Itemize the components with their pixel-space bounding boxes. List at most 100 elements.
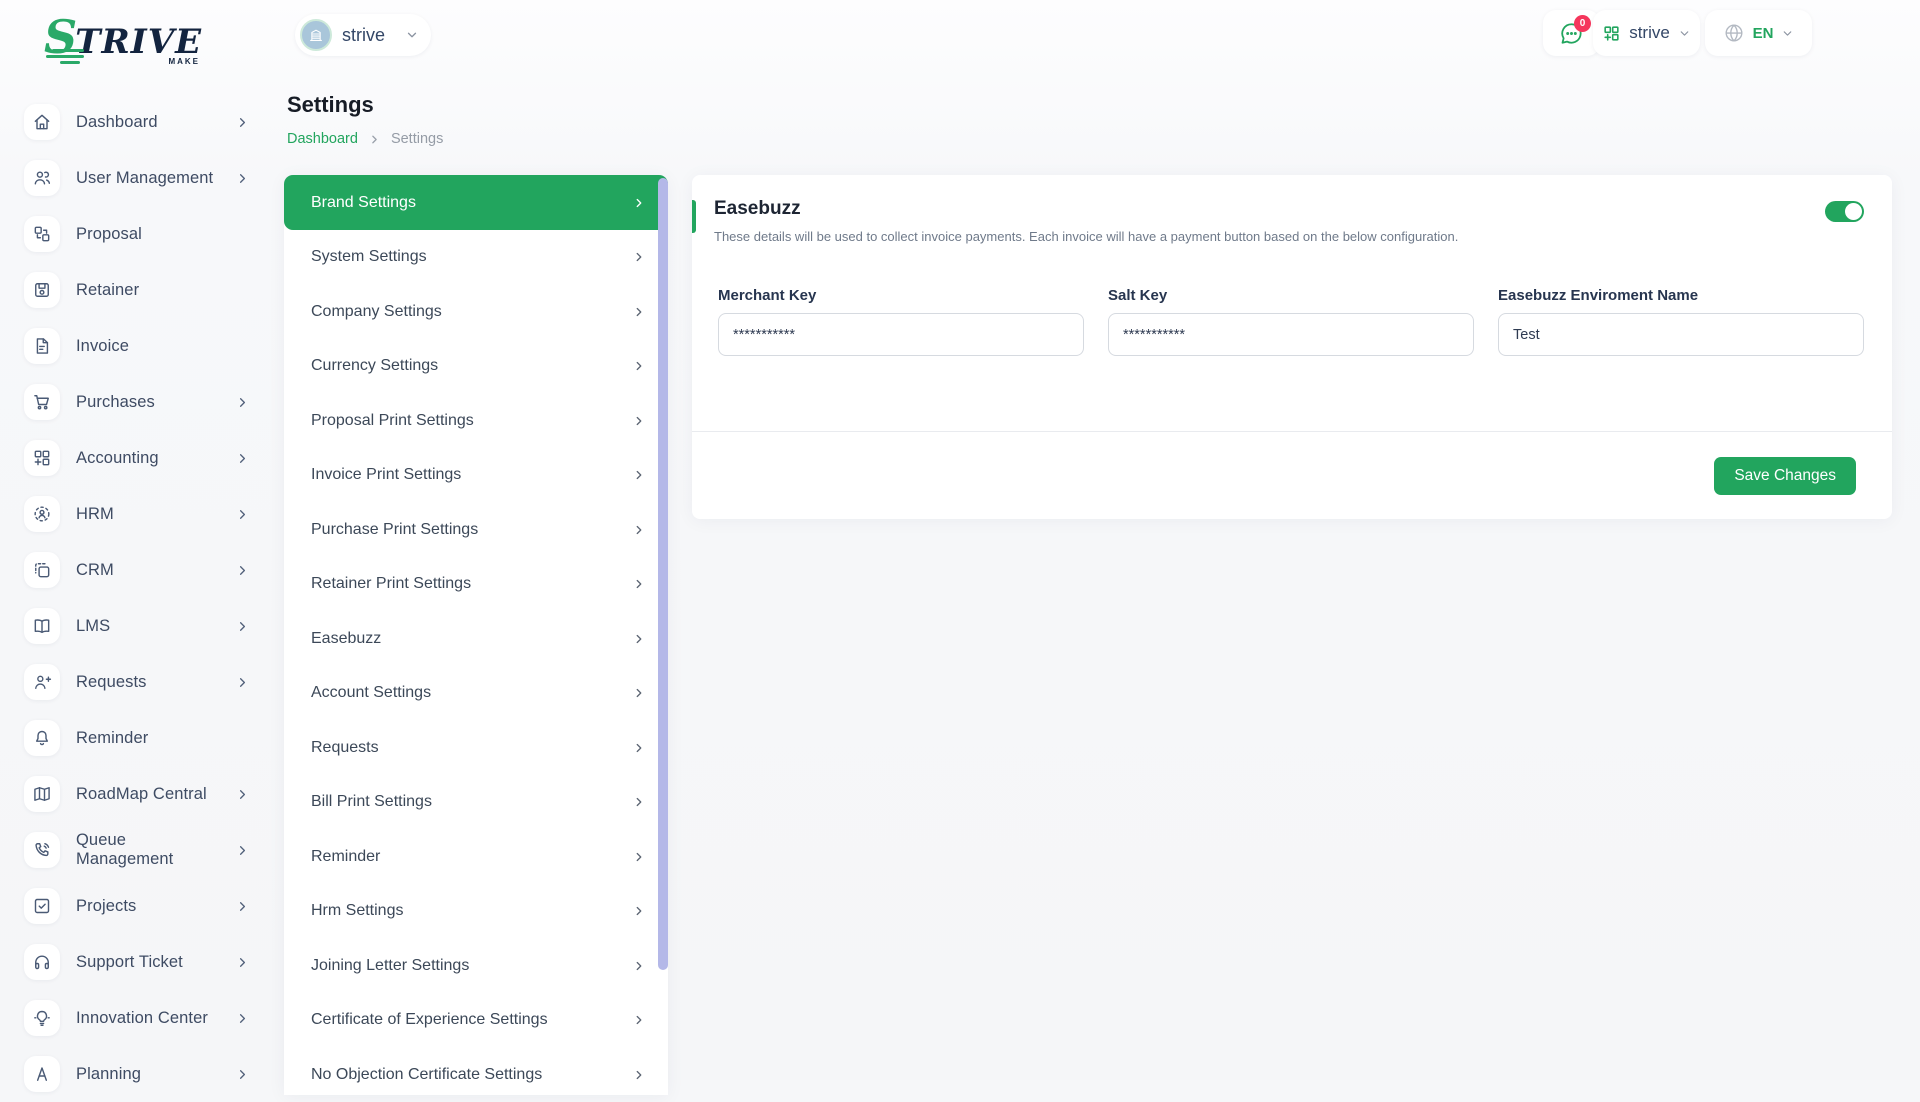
menu-item-label: Retainer Print Settings — [311, 575, 632, 593]
users-icon — [24, 160, 60, 196]
sidebar-item-purchases[interactable]: Purchases — [24, 374, 262, 430]
sidebar-item-label: RoadMap Central — [76, 785, 219, 804]
sidebar-item-label: CRM — [76, 561, 219, 580]
building-icon — [306, 25, 326, 45]
sidebar-item-label: Reminder — [76, 729, 219, 748]
settings-menu-item-system-settings[interactable]: System Settings — [284, 230, 668, 285]
chevron-right-icon — [632, 959, 646, 973]
settings-menu-item-reminder[interactable]: Reminder — [284, 830, 668, 885]
sidebar-item-label: Requests — [76, 673, 219, 692]
sidebar-item-support-ticket[interactable]: Support Ticket — [24, 934, 262, 990]
merchant-key-label: Merchant Key — [718, 287, 1084, 304]
chevron-right-icon — [632, 1013, 646, 1027]
letter-a-icon — [24, 1056, 60, 1092]
settings-menu-item-hrm-settings[interactable]: Hrm Settings — [284, 884, 668, 939]
logo-tagline: MAKE — [168, 57, 200, 66]
breadcrumb-dashboard-link[interactable]: Dashboard — [287, 131, 358, 147]
cart-icon — [24, 384, 60, 420]
settings-menu-item-retainer-print-settings[interactable]: Retainer Print Settings — [284, 557, 668, 612]
settings-menu-item-proposal-print-settings[interactable]: Proposal Print Settings — [284, 394, 668, 449]
chevron-right-icon — [235, 955, 250, 970]
menu-item-label: Requests — [311, 739, 632, 757]
menu-item-label: Currency Settings — [311, 357, 632, 375]
sidebar-item-retainer[interactable]: Retainer — [24, 262, 262, 318]
sidebar-item-crm[interactable]: CRM — [24, 542, 262, 598]
menu-item-label: No Objection Certificate Settings — [311, 1066, 632, 1084]
settings-menu-item-requests[interactable]: Requests — [284, 721, 668, 776]
sidebar-item-proposal[interactable]: Proposal — [24, 206, 262, 262]
settings-menu-item-account-settings[interactable]: Account Settings — [284, 666, 668, 721]
sidebar-item-projects[interactable]: Projects — [24, 878, 262, 934]
chevron-right-icon — [235, 171, 250, 186]
logo-word: TRIVE — [75, 22, 202, 62]
menu-item-label: Bill Print Settings — [311, 793, 632, 811]
settings-menu-item-bill-print-settings[interactable]: Bill Print Settings — [284, 775, 668, 830]
settings-menu-scrollbar[interactable] — [658, 178, 668, 970]
sidebar-item-label: Queue Management — [76, 831, 219, 869]
sidebar-item-label: LMS — [76, 617, 219, 636]
breadcrumb-current: Settings — [391, 131, 443, 147]
copy-icon — [24, 552, 60, 588]
toggle-knob — [1845, 203, 1862, 220]
language-selector[interactable]: EN — [1705, 10, 1812, 56]
workspace-selector[interactable]: strive — [295, 14, 431, 56]
menu-item-label: System Settings — [311, 248, 632, 266]
language-code: EN — [1753, 25, 1774, 42]
settings-menu-item-purchase-print-settings[interactable]: Purchase Print Settings — [284, 503, 668, 558]
environment-name-label: Easebuzz Enviroment Name — [1498, 287, 1864, 304]
chevron-right-icon — [235, 619, 250, 634]
sidebar-item-planning[interactable]: Planning — [24, 1046, 262, 1102]
user-focus-icon — [24, 496, 60, 532]
salt-key-input[interactable] — [1108, 313, 1474, 356]
chevron-right-icon — [235, 675, 250, 690]
floppy-icon — [24, 272, 60, 308]
settings-menu-item-no-objection-certificate-settings[interactable]: No Objection Certificate Settings — [284, 1048, 668, 1102]
easebuzz-enabled-toggle[interactable] — [1825, 201, 1864, 222]
sidebar-item-accounting[interactable]: Accounting — [24, 430, 262, 486]
settings-menu-item-invoice-print-settings[interactable]: Invoice Print Settings — [284, 448, 668, 503]
menu-item-label: Joining Letter Settings — [311, 957, 632, 975]
sidebar-item-requests[interactable]: Requests — [24, 654, 262, 710]
settings-menu-item-brand-settings[interactable]: Brand Settings — [284, 175, 668, 230]
menu-item-label: Account Settings — [311, 684, 632, 702]
sidebar-item-invoice[interactable]: Invoice — [24, 318, 262, 374]
sidebar-item-label: Dashboard — [76, 113, 219, 132]
lightbulb-icon — [24, 1000, 60, 1036]
settings-menu-item-easebuzz[interactable]: Easebuzz — [284, 612, 668, 667]
strive-logo[interactable]: STRIVE MAKE — [44, 10, 202, 62]
book-open-icon — [24, 608, 60, 644]
chevron-right-icon — [632, 741, 646, 755]
environment-name-input[interactable] — [1498, 313, 1864, 356]
page-title: Settings — [287, 92, 374, 118]
grid-plus-icon — [24, 440, 60, 476]
sidebar-item-roadmap-central[interactable]: RoadMap Central — [24, 766, 262, 822]
settings-menu-item-joining-letter-settings[interactable]: Joining Letter Settings — [284, 939, 668, 994]
sidebar-item-user-management[interactable]: User Management — [24, 150, 262, 206]
bell-icon — [24, 720, 60, 756]
sidebar-item-reminder[interactable]: Reminder — [24, 710, 262, 766]
sidebar-item-label: Innovation Center — [76, 1009, 219, 1028]
org-switcher-button[interactable]: strive — [1593, 10, 1700, 56]
chevron-right-icon — [235, 563, 250, 578]
merchant-key-input[interactable] — [718, 313, 1084, 356]
settings-menu-list: Brand Settings System Settings Company S… — [284, 175, 668, 1102]
chat-button[interactable]: 0 — [1543, 10, 1600, 56]
settings-menu-item-currency-settings[interactable]: Currency Settings — [284, 339, 668, 394]
chevron-right-icon — [632, 850, 646, 864]
sidebar-item-innovation-center[interactable]: Innovation Center — [24, 990, 262, 1046]
user-plus-icon — [24, 664, 60, 700]
sidebar-item-label: Proposal — [76, 225, 219, 244]
sidebar-item-dashboard[interactable]: Dashboard — [24, 94, 262, 150]
settings-menu-item-certificate-of-experience-settings[interactable]: Certificate of Experience Settings — [284, 993, 668, 1048]
sidebar-item-hrm[interactable]: HRM — [24, 486, 262, 542]
sidebar-item-queue-management[interactable]: Queue Management — [24, 822, 262, 878]
chevron-right-icon — [235, 1067, 250, 1082]
menu-item-label: Certificate of Experience Settings — [311, 1011, 632, 1029]
save-changes-button[interactable]: Save Changes — [1714, 457, 1856, 495]
map-icon — [24, 776, 60, 812]
breadcrumb: Dashboard Settings — [287, 131, 443, 147]
chevron-right-icon — [632, 468, 646, 482]
sidebar-item-lms[interactable]: LMS — [24, 598, 262, 654]
settings-menu-item-company-settings[interactable]: Company Settings — [284, 285, 668, 340]
chevron-right-icon — [368, 133, 381, 146]
